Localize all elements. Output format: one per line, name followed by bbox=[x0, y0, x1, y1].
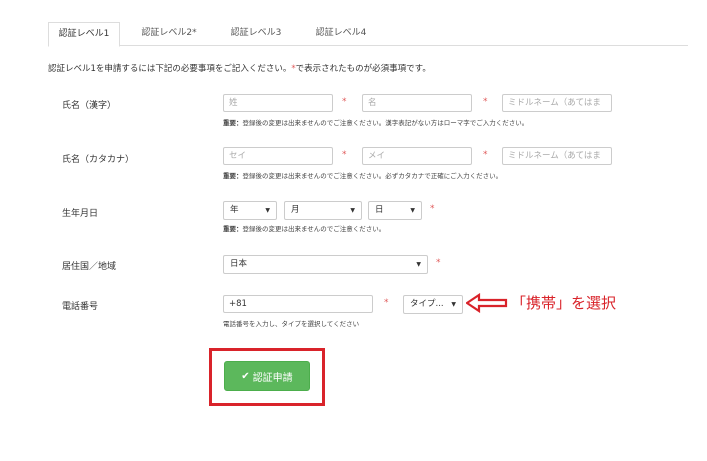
left-arrow-icon bbox=[466, 293, 508, 313]
middle-name-kana-input[interactable] bbox=[502, 147, 612, 165]
note-important-label: 重要： bbox=[223, 172, 243, 180]
chevron-down-icon: ▼ bbox=[350, 207, 355, 214]
required-marker: * bbox=[384, 298, 389, 308]
verification-level-tabs: 認証レベル1 認証レベル2* 認証レベル3 認証レベル4 bbox=[48, 22, 688, 47]
required-marker: * bbox=[430, 204, 435, 214]
birthdate-label: 生年月日 bbox=[62, 209, 99, 219]
form-instructions: 認証レベル1を申請するには下記の必要事項をご記入ください。*で表示されたものが必… bbox=[48, 62, 431, 74]
chevron-down-icon: ▼ bbox=[416, 261, 421, 268]
birth-month-select[interactable]: 月 ▼ bbox=[284, 201, 362, 220]
birth-year-value: 年 bbox=[230, 205, 239, 215]
birth-day-value: 日 bbox=[375, 205, 384, 215]
note-text: 登録後の変更は出来ませんのでご注意ください。 bbox=[242, 225, 386, 233]
required-marker: * bbox=[436, 258, 441, 268]
birth-month-value: 月 bbox=[291, 205, 300, 215]
birth-day-select[interactable]: 日 ▼ bbox=[368, 201, 422, 220]
kanji-name-label: 氏名（漢字） bbox=[62, 101, 117, 111]
middle-name-kanji-input[interactable] bbox=[502, 94, 612, 112]
required-marker: * bbox=[342, 150, 347, 160]
birth-year-select[interactable]: 年 ▼ bbox=[223, 201, 277, 220]
note-important-label: 重要： bbox=[223, 119, 243, 127]
note-text: 登録後の変更は出来ませんのでご注意ください。漢字表記がない方はローマ字でご入力く… bbox=[242, 119, 529, 127]
phone-type-select[interactable]: タイプ... ▼ bbox=[403, 295, 463, 314]
kanji-name-note: 重要：登録後の変更は出来ませんのでご注意ください。漢字表記がない方はローマ字でご… bbox=[223, 117, 528, 127]
submit-verification-button[interactable]: ✔ 認証申請 bbox=[224, 361, 310, 391]
first-name-kanji-input[interactable] bbox=[362, 94, 472, 112]
checkmark-icon: ✔ bbox=[241, 370, 250, 382]
phone-number-input[interactable] bbox=[223, 295, 373, 313]
note-important-label: 重要： bbox=[223, 225, 243, 233]
instructions-text: 認証レベル1を申請するには下記の必要事項をご記入ください。 bbox=[48, 64, 292, 74]
chevron-down-icon: ▼ bbox=[265, 207, 270, 214]
tab-level-3[interactable]: 認証レベル3 bbox=[221, 22, 291, 44]
kana-name-note: 重要：登録後の変更は出来ませんのでご注意ください。必ずカタカナで正確にご入力くだ… bbox=[223, 170, 502, 180]
country-select[interactable]: 日本 ▼ bbox=[223, 255, 428, 274]
chevron-down-icon: ▼ bbox=[410, 207, 415, 214]
required-marker: * bbox=[483, 150, 488, 160]
phone-help-text: 電話番号を入力し、タイプを選択してください bbox=[223, 320, 360, 328]
required-marker: * bbox=[483, 97, 488, 107]
tab-level-4[interactable]: 認証レベル4 bbox=[306, 22, 376, 44]
annotation-text: 「携帯」を選択 bbox=[511, 294, 617, 312]
last-name-kana-input[interactable] bbox=[223, 147, 333, 165]
submit-label: 認証申請 bbox=[252, 372, 293, 384]
country-value: 日本 bbox=[230, 259, 248, 269]
phone-label: 電話番号 bbox=[62, 302, 99, 312]
tab-level-1[interactable]: 認証レベル1 bbox=[48, 22, 120, 47]
kana-name-label: 氏名（カタカナ） bbox=[62, 155, 135, 165]
first-name-kana-input[interactable] bbox=[362, 147, 472, 165]
phone-type-value: タイプ... bbox=[410, 299, 444, 309]
tab-level-2[interactable]: 認証レベル2* bbox=[134, 22, 204, 44]
chevron-down-icon: ▼ bbox=[451, 301, 456, 308]
note-text: 登録後の変更は出来ませんのでご注意ください。必ずカタカナで正確にご入力ください。 bbox=[242, 172, 503, 180]
instructions-text-2: で表示されたものが必須事項です。 bbox=[295, 64, 431, 74]
last-name-kanji-input[interactable] bbox=[223, 94, 333, 112]
required-marker: * bbox=[342, 97, 347, 107]
country-label: 居住国／地域 bbox=[62, 262, 117, 272]
birthdate-note: 重要：登録後の変更は出来ませんのでご注意ください。 bbox=[223, 223, 385, 233]
